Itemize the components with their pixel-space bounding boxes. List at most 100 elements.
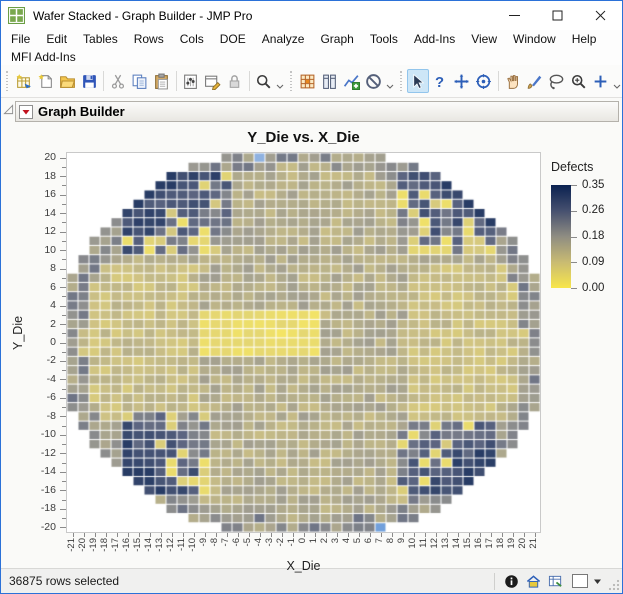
x-axis-tick <box>315 533 316 537</box>
save-icon[interactable] <box>78 69 100 93</box>
y-axis-tick-label: 16 <box>44 188 56 200</box>
layout-icon[interactable] <box>202 69 224 93</box>
menu-item-add-ins[interactable]: Add-Ins <box>406 31 463 47</box>
y-axis-tick <box>60 453 66 454</box>
close-button[interactable] <box>579 1 622 30</box>
y-axis-tick-label: 4 <box>50 299 56 311</box>
menu-item-rows[interactable]: Rows <box>126 31 172 47</box>
menu-item-tables[interactable]: Tables <box>75 31 126 47</box>
menu-item-graph[interactable]: Graph <box>312 31 361 47</box>
home-window-icon[interactable] <box>522 571 544 591</box>
y-axis-tick-label: 18 <box>44 170 56 182</box>
paste-icon[interactable] <box>151 69 173 93</box>
x-axis-tick <box>535 533 536 537</box>
svg-text:?: ? <box>435 74 444 89</box>
x-axis-label: X_Die <box>286 559 321 573</box>
legend-tick-label: 0.35 <box>582 179 605 191</box>
y-axis-tick-label: -6 <box>46 391 56 403</box>
x-axis-tick <box>304 533 305 537</box>
graph-add-icon[interactable] <box>341 69 363 93</box>
y-axis-tick <box>62 204 66 205</box>
columns-icon[interactable] <box>319 69 341 93</box>
x-axis-tick <box>392 533 393 537</box>
y-axis-tick <box>60 343 66 344</box>
plus-icon[interactable] <box>589 69 611 93</box>
y-axis-tick-label: 6 <box>50 281 56 293</box>
y-axis-tick <box>60 306 66 307</box>
target-icon[interactable] <box>473 69 495 93</box>
legend-tick <box>571 211 577 212</box>
y-axis-tick <box>60 250 66 251</box>
x-axis-tick <box>370 533 371 537</box>
row-state-dropdown-icon[interactable] <box>590 571 604 591</box>
y-axis-tick <box>60 509 66 510</box>
cut-icon[interactable] <box>107 69 129 93</box>
report-area: Graph Builder Y_Die vs. X_Die 20 18 16 14 12… <box>1 98 622 573</box>
menu-item-mfi-add-ins[interactable]: MFI Add-Ins <box>3 49 84 65</box>
x-axis-tick <box>524 533 525 537</box>
lasso-icon[interactable] <box>545 69 567 93</box>
menu-item-view[interactable]: View <box>463 31 505 47</box>
y-axis-tick <box>62 222 66 223</box>
minimize-button[interactable] <box>493 1 536 30</box>
menu-item-tools[interactable]: Tools <box>362 31 406 47</box>
x-axis-tick <box>502 533 503 537</box>
y-axis-tick <box>62 500 66 501</box>
zoom-icon[interactable] <box>567 69 589 93</box>
data-table-icon[interactable] <box>297 69 319 93</box>
arrow-icon[interactable] <box>406 69 429 93</box>
x-axis-tick <box>249 533 250 537</box>
toolbar-overflow-icon[interactable] <box>611 69 622 93</box>
y-axis-tick <box>62 370 66 371</box>
legend-title: Defects <box>551 160 594 174</box>
x-axis-tick <box>128 533 129 537</box>
y-axis-tick-label: -10 <box>40 428 56 440</box>
menu-item-edit[interactable]: Edit <box>38 31 75 47</box>
x-axis-tick <box>337 533 338 537</box>
x-axis-tick <box>480 533 481 537</box>
x-axis-tick <box>238 533 239 537</box>
menu-item-doe[interactable]: DOE <box>212 31 254 47</box>
row-state-color-box[interactable] <box>572 574 588 588</box>
preferences-icon[interactable] <box>180 69 202 93</box>
menu-item-help[interactable]: Help <box>564 31 605 47</box>
menu-item-analyze[interactable]: Analyze <box>254 31 313 47</box>
menu-item-cols[interactable]: Cols <box>172 31 212 47</box>
open-icon[interactable] <box>56 69 78 93</box>
legend-tick <box>571 185 577 186</box>
menu-item-window[interactable]: Window <box>505 31 564 47</box>
brush-icon[interactable] <box>523 69 545 93</box>
x-axis-tick <box>106 533 107 537</box>
red-triangle-menu-button[interactable] <box>19 104 33 119</box>
resize-grip[interactable] <box>608 579 620 591</box>
disable-icon[interactable] <box>363 69 385 93</box>
lock-icon[interactable] <box>224 69 246 93</box>
x-axis-tick <box>403 533 404 537</box>
heatmap-plot[interactable] <box>66 152 541 533</box>
x-axis-tick <box>194 533 195 537</box>
data-table-window-icon[interactable] <box>544 571 566 591</box>
menu-bar: File Edit Tables Rows Cols DOE Analyze Graph Too… <box>1 30 622 48</box>
toolbar: ? <box>1 65 622 98</box>
copy-icon[interactable] <box>129 69 151 93</box>
new-script-icon[interactable] <box>34 69 56 93</box>
wafer-heatmap-canvas[interactable] <box>67 153 540 532</box>
legend-gradient-bar[interactable] <box>551 185 571 288</box>
move-icon[interactable] <box>451 69 473 93</box>
maximize-button[interactable] <box>536 1 579 30</box>
chart-title: Y_Die vs. X_Die <box>247 129 360 146</box>
toolbar-overflow-icon[interactable] <box>385 69 396 93</box>
search-icon[interactable] <box>253 69 275 93</box>
help-icon[interactable]: ? <box>429 69 451 93</box>
x-axis-tick <box>73 533 74 537</box>
new-data-table-icon[interactable] <box>12 69 34 93</box>
toolbar-overflow-icon[interactable] <box>275 69 286 93</box>
outline-disclosure-icon[interactable] <box>3 104 14 115</box>
x-axis-tick <box>293 533 294 537</box>
info-icon[interactable] <box>500 571 522 591</box>
hand-icon[interactable] <box>502 69 524 93</box>
report-title: Graph Builder <box>38 104 125 119</box>
legend-tick-label: 0.00 <box>582 282 605 294</box>
menu-item-file[interactable]: File <box>3 31 38 47</box>
legend-tick-label: 0.26 <box>582 204 605 216</box>
